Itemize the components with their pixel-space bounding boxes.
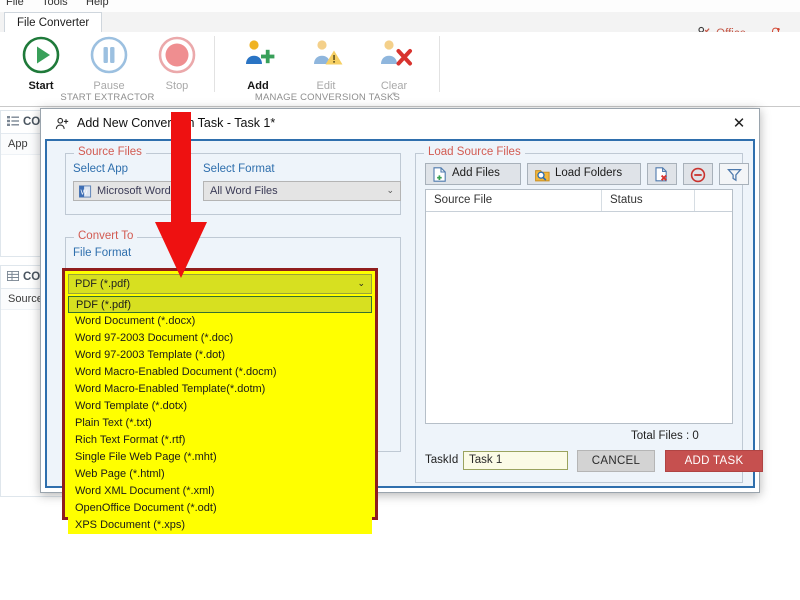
grid-column-status: Status bbox=[610, 194, 643, 206]
file-format-dropdown-highlight: PDF (*.pdf) ⌄ PDF (*.pdf) Word Document (… bbox=[62, 268, 378, 534]
add-label: Add bbox=[247, 80, 269, 92]
convert-to-legend: Convert To bbox=[74, 230, 138, 242]
list-icon bbox=[7, 112, 19, 126]
file-format-option[interactable]: Word 97-2003 Document (*.doc) bbox=[68, 330, 372, 347]
taskid-input[interactable]: Task 1 bbox=[463, 451, 568, 470]
ribbon-group-start-extractor: Start Pause Stop START EXTRACTOR bbox=[0, 32, 215, 105]
source-files-legend: Source Files bbox=[74, 146, 146, 158]
start-button[interactable]: Start bbox=[8, 34, 74, 92]
ribbon-body: Start Pause Stop START EXTRACTOR Add Edi… bbox=[0, 32, 800, 105]
select-format-label: Select Format bbox=[203, 163, 275, 175]
ribbon-group-divider-2 bbox=[439, 36, 440, 92]
file-format-combo[interactable]: PDF (*.pdf) ⌄ bbox=[68, 274, 372, 294]
pause-label: Pause bbox=[93, 80, 125, 92]
source-files-grid[interactable]: Source File Status bbox=[425, 189, 733, 424]
ribbon-group-manage-tasks: Add Edit Clear ▾ MANAGE CONVERSION TASKS bbox=[215, 32, 440, 105]
clear-task-ribbon-button[interactable]: Clear ▾ bbox=[361, 34, 427, 98]
select-app-value: Microsoft Word bbox=[97, 185, 171, 197]
select-format-combo[interactable]: All Word Files ⌄ bbox=[203, 181, 401, 201]
taskid-label: TaskId bbox=[425, 454, 459, 466]
edit-label: Edit bbox=[316, 80, 336, 92]
remove-all-button[interactable] bbox=[683, 163, 713, 185]
remove-all-icon bbox=[690, 167, 706, 186]
ribbon-tab-strip: File Converter bbox=[0, 12, 800, 33]
stop-button[interactable]: Stop bbox=[144, 34, 210, 92]
file-format-option[interactable]: Word 97-2003 Template (*.dot) bbox=[68, 347, 372, 364]
ribbon-group-title-start: START EXTRACTOR bbox=[60, 92, 155, 103]
file-format-option[interactable]: Rich Text Format (*.rtf) bbox=[68, 432, 372, 449]
add-files-button[interactable]: Add Files bbox=[425, 163, 521, 185]
user-warning-icon bbox=[305, 40, 347, 79]
chevron-down-icon[interactable]: ⌄ bbox=[357, 278, 365, 289]
grid-column-divider-2 bbox=[694, 190, 695, 211]
file-format-option[interactable]: Word XML Document (*.xml) bbox=[68, 483, 372, 500]
file-remove-icon bbox=[655, 167, 670, 185]
taskid-value: Task 1 bbox=[469, 454, 503, 466]
close-icon[interactable]: ✕ bbox=[725, 113, 753, 135]
pause-button[interactable]: Pause bbox=[76, 34, 142, 92]
folder-search-icon bbox=[535, 168, 550, 185]
chevron-down-icon[interactable]: ⌄ bbox=[386, 185, 394, 196]
add-task-button[interactable]: ADD TASK bbox=[665, 450, 763, 472]
file-format-option[interactable]: Word Document (*.docx) bbox=[68, 313, 372, 330]
dialog-title: Add New Conversion Task - Task 1* bbox=[77, 116, 276, 130]
play-circle-icon bbox=[20, 36, 62, 79]
file-format-option[interactable]: Word Macro-Enabled Template(*.dotm) bbox=[68, 381, 372, 398]
stop-circle-icon bbox=[156, 36, 198, 79]
load-folders-button[interactable]: Load Folders bbox=[527, 163, 641, 185]
select-format-value: All Word Files bbox=[210, 185, 278, 197]
dialog-title-bar: Add New Conversion Task - Task 1* ✕ bbox=[41, 109, 759, 139]
grid-column-source-file: Source File bbox=[434, 194, 493, 206]
add-task-ribbon-button[interactable]: Add bbox=[225, 34, 291, 92]
ribbon-group-title-manage: MANAGE CONVERSION TASKS bbox=[254, 92, 401, 103]
add-files-label: Add Files bbox=[452, 167, 500, 179]
file-format-option[interactable]: Word Macro-Enabled Document (*.docm) bbox=[68, 364, 372, 381]
filter-icon bbox=[726, 168, 743, 185]
file-format-selected-value: PDF (*.pdf) bbox=[75, 278, 131, 290]
user-add-icon bbox=[237, 40, 279, 79]
file-format-option[interactable]: Single File Web Page (*.mht) bbox=[68, 449, 372, 466]
file-format-option[interactable]: XPS Document (*.xps) bbox=[68, 517, 372, 534]
word-icon: W bbox=[79, 185, 92, 201]
cancel-button[interactable]: CANCEL bbox=[577, 450, 655, 472]
total-files-label: Total Files : 0 bbox=[631, 430, 699, 442]
select-app-combo[interactable]: W Microsoft Word bbox=[73, 181, 191, 201]
remove-file-button[interactable] bbox=[647, 163, 677, 185]
grid-header-row: Source File Status bbox=[426, 190, 732, 212]
select-app-label: Select App bbox=[73, 163, 128, 175]
load-source-files-legend: Load Source Files bbox=[424, 146, 525, 158]
filter-button[interactable] bbox=[719, 163, 749, 185]
file-format-label: File Format bbox=[73, 247, 132, 259]
grid-column-divider-1 bbox=[601, 190, 602, 211]
file-format-option-list[interactable]: PDF (*.pdf) Word Document (*.docx) Word 97… bbox=[68, 296, 372, 534]
load-folders-label: Load Folders bbox=[555, 167, 623, 179]
menu-item-tools[interactable]: Tools bbox=[42, 0, 68, 8]
svg-text:W: W bbox=[80, 187, 87, 196]
file-format-option[interactable]: Word Template (*.dotx) bbox=[68, 398, 372, 415]
ribbon: File Converter Office ▾ ▾ bbox=[0, 12, 800, 107]
file-format-option[interactable]: PDF (*.pdf) bbox=[68, 296, 372, 313]
menu-item-help[interactable]: Help bbox=[86, 0, 109, 8]
add-user-icon bbox=[55, 117, 69, 134]
menu-item-file[interactable]: File bbox=[6, 0, 24, 8]
tab-file-converter[interactable]: File Converter bbox=[4, 12, 103, 32]
start-label: Start bbox=[28, 80, 54, 92]
user-remove-icon bbox=[373, 40, 415, 79]
file-add-icon bbox=[433, 167, 447, 185]
table-icon bbox=[6, 267, 20, 282]
stop-label: Stop bbox=[165, 80, 189, 92]
pause-circle-icon bbox=[88, 36, 130, 79]
file-format-option[interactable]: Web Page (*.html) bbox=[68, 466, 372, 483]
file-format-option[interactable]: OpenOffice Document (*.odt) bbox=[68, 500, 372, 517]
edit-task-ribbon-button[interactable]: Edit bbox=[293, 34, 359, 92]
file-format-option[interactable]: Plain Text (*.txt) bbox=[68, 415, 372, 432]
